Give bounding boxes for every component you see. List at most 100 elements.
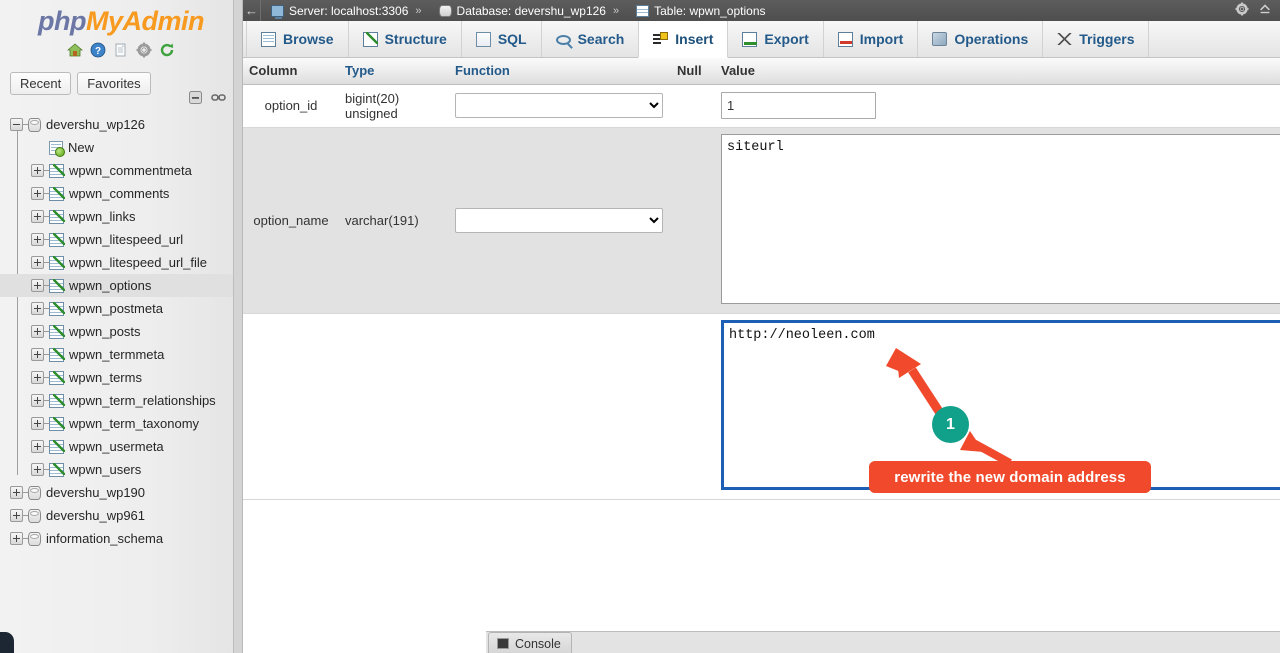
new-table-icon — [49, 140, 65, 157]
tree-item-label: wpwn_termmeta — [69, 347, 165, 362]
breadcrumb-item-1[interactable]: Server: localhost:3306 — [271, 3, 409, 19]
tree-expand-icon[interactable] — [31, 187, 44, 200]
tree-item-label: devershu_wp190 — [46, 485, 146, 500]
collapse-navigation-icon[interactable] — [1258, 2, 1272, 19]
breadcrumb-item-2[interactable]: Database: devershu_wp126 — [438, 4, 606, 18]
back-arrow-icon[interactable]: ← — [243, 0, 261, 21]
tree-expand-icon[interactable] — [10, 509, 23, 522]
tree-item-wpwn_term_relationships[interactable]: wpwn_term_relationships — [0, 389, 233, 412]
phpmyadmin-logo[interactable]: phpMyAdmin — [0, 0, 242, 37]
tree-item-label: wpwn_litespeed_url — [69, 232, 184, 247]
recent-button[interactable]: Recent — [10, 72, 72, 95]
tree-expand-icon[interactable] — [31, 394, 44, 407]
value-textarea-2[interactable] — [721, 133, 1280, 304]
tree-item-wpwn_litespeed_url_file[interactable]: wpwn_litespeed_url_file — [0, 251, 233, 274]
tree-item-label: wpwn_commentmeta — [69, 163, 192, 178]
header-type: Type — [339, 58, 449, 85]
table-icon — [49, 209, 65, 224]
svg-text:?: ? — [95, 46, 101, 57]
tree-item-wpwn_users[interactable]: wpwn_users — [0, 458, 233, 481]
header-null: Null — [671, 58, 715, 85]
tree-item-New[interactable]: New — [0, 136, 233, 159]
tree-item-wpwn_litespeed_url[interactable]: wpwn_litespeed_url — [0, 228, 233, 251]
tree-item-wpwn_usermeta[interactable]: wpwn_usermeta — [0, 435, 233, 458]
collapse-all-icon[interactable] — [188, 90, 203, 110]
value-textarea-3[interactable] — [721, 319, 1280, 490]
breadcrumb-label: Server: localhost:3306 — [289, 3, 409, 18]
tab-operations[interactable]: Operations — [917, 21, 1044, 57]
breadcrumb-separator: » — [612, 4, 620, 17]
tree-expand-icon[interactable] — [31, 417, 44, 430]
tab-label: Export — [764, 31, 809, 47]
table-icon — [49, 416, 65, 431]
function-select-option_id[interactable] — [455, 93, 663, 118]
tree-item-wpwn_comments[interactable]: wpwn_comments — [0, 182, 233, 205]
tree-item-devershu_wp126[interactable]: devershu_wp126 — [0, 113, 233, 136]
home-icon[interactable] — [66, 42, 84, 58]
table-icon — [49, 393, 65, 408]
tree-item-label: wpwn_links — [69, 209, 136, 224]
insert-table: Column Type Function Null Value option_i… — [243, 58, 1280, 500]
function-select-option_name[interactable] — [455, 207, 663, 233]
tree-expand-icon[interactable] — [31, 463, 44, 476]
breadcrumb-item-3[interactable]: Table: wpwn_options — [636, 4, 766, 18]
tree-collapse-icon[interactable] — [10, 118, 23, 131]
tab-sql[interactable]: SQL — [460, 21, 542, 57]
gear-icon[interactable] — [1235, 2, 1249, 19]
tree-item-information_schema[interactable]: information_schema — [0, 527, 233, 550]
tree-item-wpwn_options[interactable]: wpwn_options — [0, 274, 233, 297]
tree-expand-icon[interactable] — [31, 371, 44, 384]
tree-item-devershu_wp961[interactable]: devershu_wp961 — [0, 504, 233, 527]
tree-item-devershu_wp190[interactable]: devershu_wp190 — [0, 481, 233, 504]
tree-expand-icon[interactable] — [31, 325, 44, 338]
tree-item-wpwn_terms[interactable]: wpwn_terms — [0, 366, 233, 389]
tab-search[interactable]: Search — [540, 21, 640, 57]
tab-export[interactable]: Export — [727, 21, 824, 57]
tree-item-label: wpwn_options — [69, 278, 152, 293]
tab-structure[interactable]: Structure — [347, 21, 462, 57]
table-icon — [636, 4, 650, 17]
tree-expand-icon[interactable] — [10, 532, 23, 545]
sidebar-scrollbar[interactable] — [233, 0, 242, 653]
tree-item-wpwn_term_taxonomy[interactable]: wpwn_term_taxonomy — [0, 412, 233, 435]
reload-icon[interactable] — [159, 42, 175, 58]
tree-expand-icon[interactable] — [31, 348, 44, 361]
tree-expand-icon[interactable] — [31, 256, 44, 269]
tab-label: Insert — [675, 31, 714, 47]
settings-icon[interactable] — [136, 42, 152, 58]
value-input-option_id[interactable] — [721, 92, 876, 119]
help-icon[interactable]: ? — [90, 42, 106, 58]
export-icon — [742, 31, 758, 47]
tree-expand-icon[interactable] — [31, 164, 44, 177]
sql-icon — [475, 31, 491, 47]
tab-import[interactable]: Import — [822, 21, 919, 57]
chain-link-icon[interactable] — [211, 91, 226, 109]
monitor-icon — [271, 4, 284, 19]
tab-browse[interactable]: Browse — [246, 21, 349, 57]
tree-expand-icon[interactable] — [31, 440, 44, 453]
cell-value — [715, 313, 1280, 500]
tree-expand-icon[interactable] — [31, 210, 44, 223]
tab-label: SQL — [497, 31, 527, 47]
tree-expand-icon[interactable] — [31, 302, 44, 315]
tree-item-label: devershu_wp126 — [46, 117, 146, 132]
navigation-tree-tools — [188, 90, 226, 110]
favorites-button[interactable]: Favorites — [77, 72, 151, 95]
tree-expand-icon[interactable] — [31, 279, 44, 292]
cell-column-type: varchar(191) — [339, 127, 449, 314]
table-icon — [49, 324, 65, 339]
tab-label: Import — [859, 31, 904, 47]
tree-item-wpwn_links[interactable]: wpwn_links — [0, 205, 233, 228]
tree-item-wpwn_postmeta[interactable]: wpwn_postmeta — [0, 297, 233, 320]
tree-item-wpwn_posts[interactable]: wpwn_posts — [0, 320, 233, 343]
tab-triggers[interactable]: Triggers — [1042, 21, 1150, 57]
tree-item-wpwn_commentmeta[interactable]: wpwn_commentmeta — [0, 159, 233, 182]
tree-expand-icon[interactable] — [31, 233, 44, 246]
copy-icon[interactable] — [113, 42, 129, 58]
console-toggle[interactable]: Console — [488, 632, 572, 653]
tree-item-label: wpwn_term_taxonomy — [69, 416, 200, 431]
tree-expand-icon[interactable] — [10, 486, 23, 499]
tree-item-wpwn_termmeta[interactable]: wpwn_termmeta — [0, 343, 233, 366]
tree-item-label: wpwn_postmeta — [69, 301, 163, 316]
tab-insert[interactable]: Insert — [638, 21, 729, 58]
